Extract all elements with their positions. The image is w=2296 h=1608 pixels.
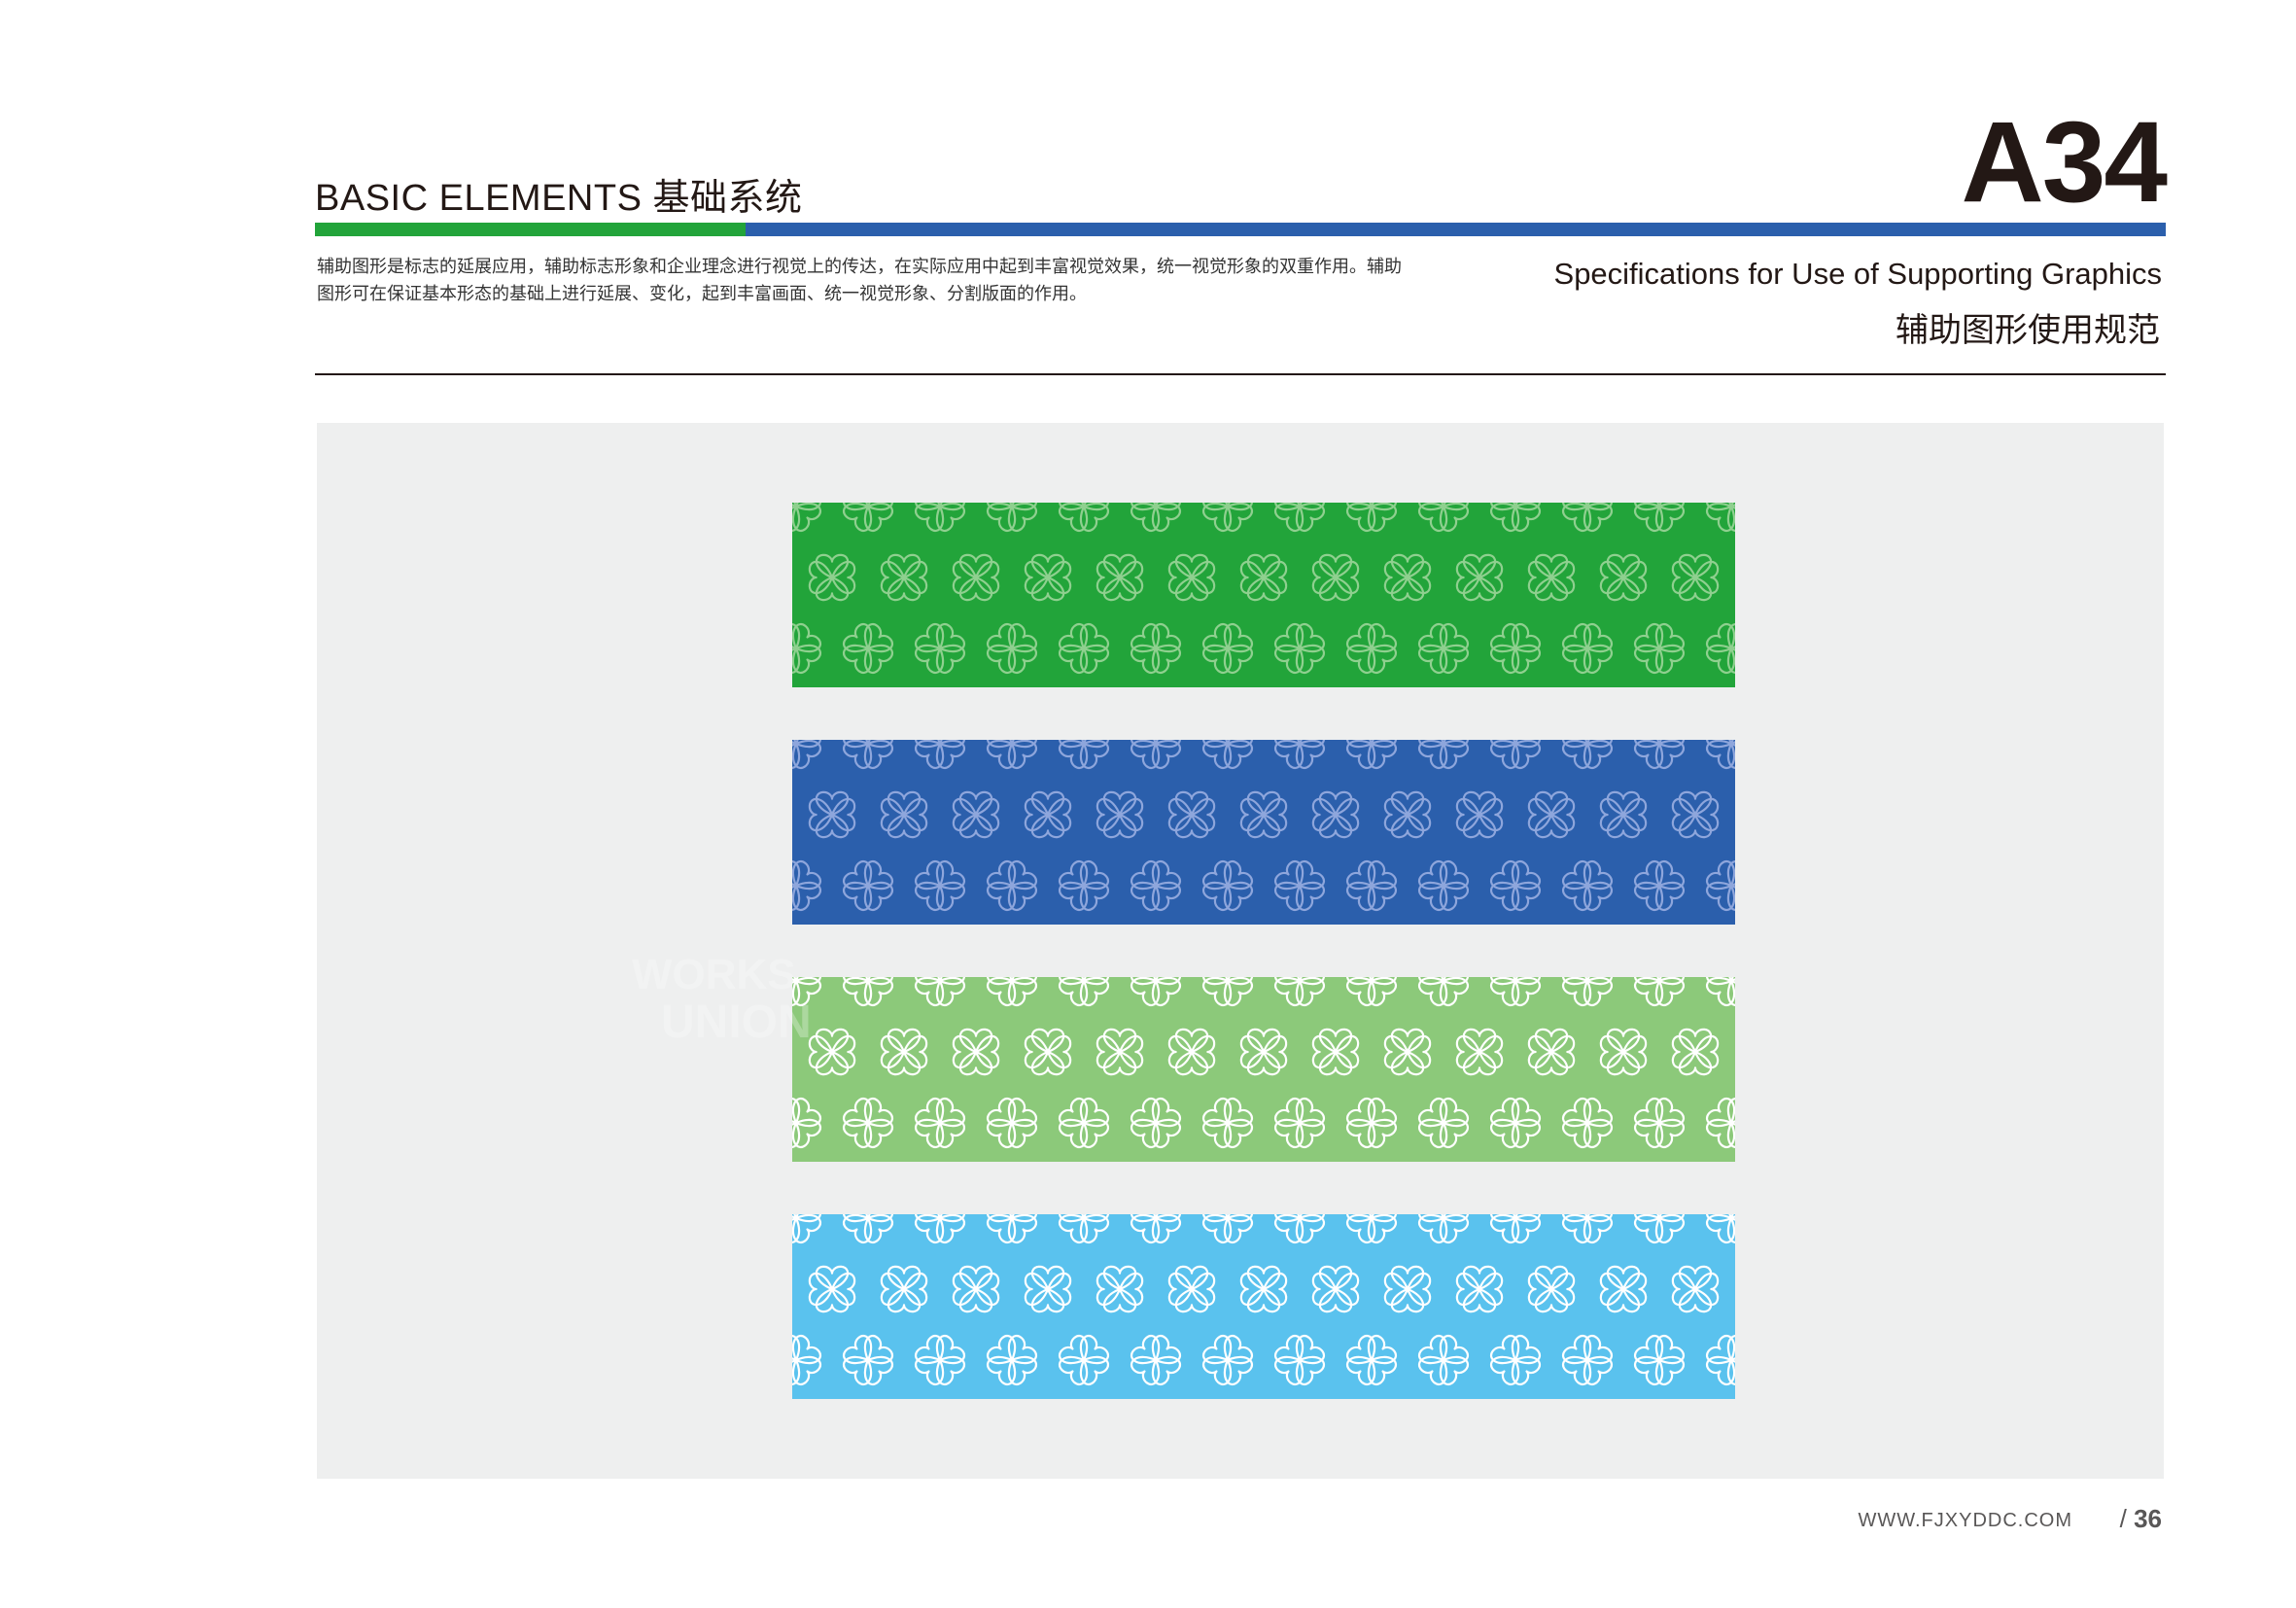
header-bar-green <box>315 223 746 236</box>
page-separator: / <box>2119 1504 2127 1533</box>
header-divider <box>315 373 2166 375</box>
page-number: 36 <box>2134 1504 2162 1533</box>
clover-pattern-sky-blue <box>792 1214 1735 1399</box>
clover-pattern-green <box>792 503 1735 687</box>
section-title: BASIC ELEMENTS 基础系统 <box>315 178 803 219</box>
spec-title-en: Specifications for Use of Supporting Gra… <box>1553 257 2162 291</box>
pattern-swatch-light-green <box>792 977 1735 1162</box>
header-bar-blue <box>746 223 2166 236</box>
clover-pattern-blue <box>792 740 1735 925</box>
graphics-panel <box>317 423 2164 1479</box>
page-code: A34 <box>1961 98 2168 227</box>
footer-url: WWW.FJXYDDC.COM <box>1858 1510 2072 1531</box>
spec-title-cn: 辅助图形使用规范 <box>1896 312 2160 349</box>
description-text: 辅助图形是标志的延展应用，辅助标志形象和企业理念进行视觉上的传达，在实际应用中起… <box>317 257 1402 303</box>
header-color-bar <box>315 223 2166 236</box>
footer-page: / 36 <box>2120 1504 2162 1534</box>
pattern-swatch-sky-blue <box>792 1214 1735 1399</box>
pattern-swatch-green <box>792 503 1735 687</box>
clover-pattern-light-green <box>792 977 1735 1162</box>
pattern-swatch-blue <box>792 740 1735 925</box>
